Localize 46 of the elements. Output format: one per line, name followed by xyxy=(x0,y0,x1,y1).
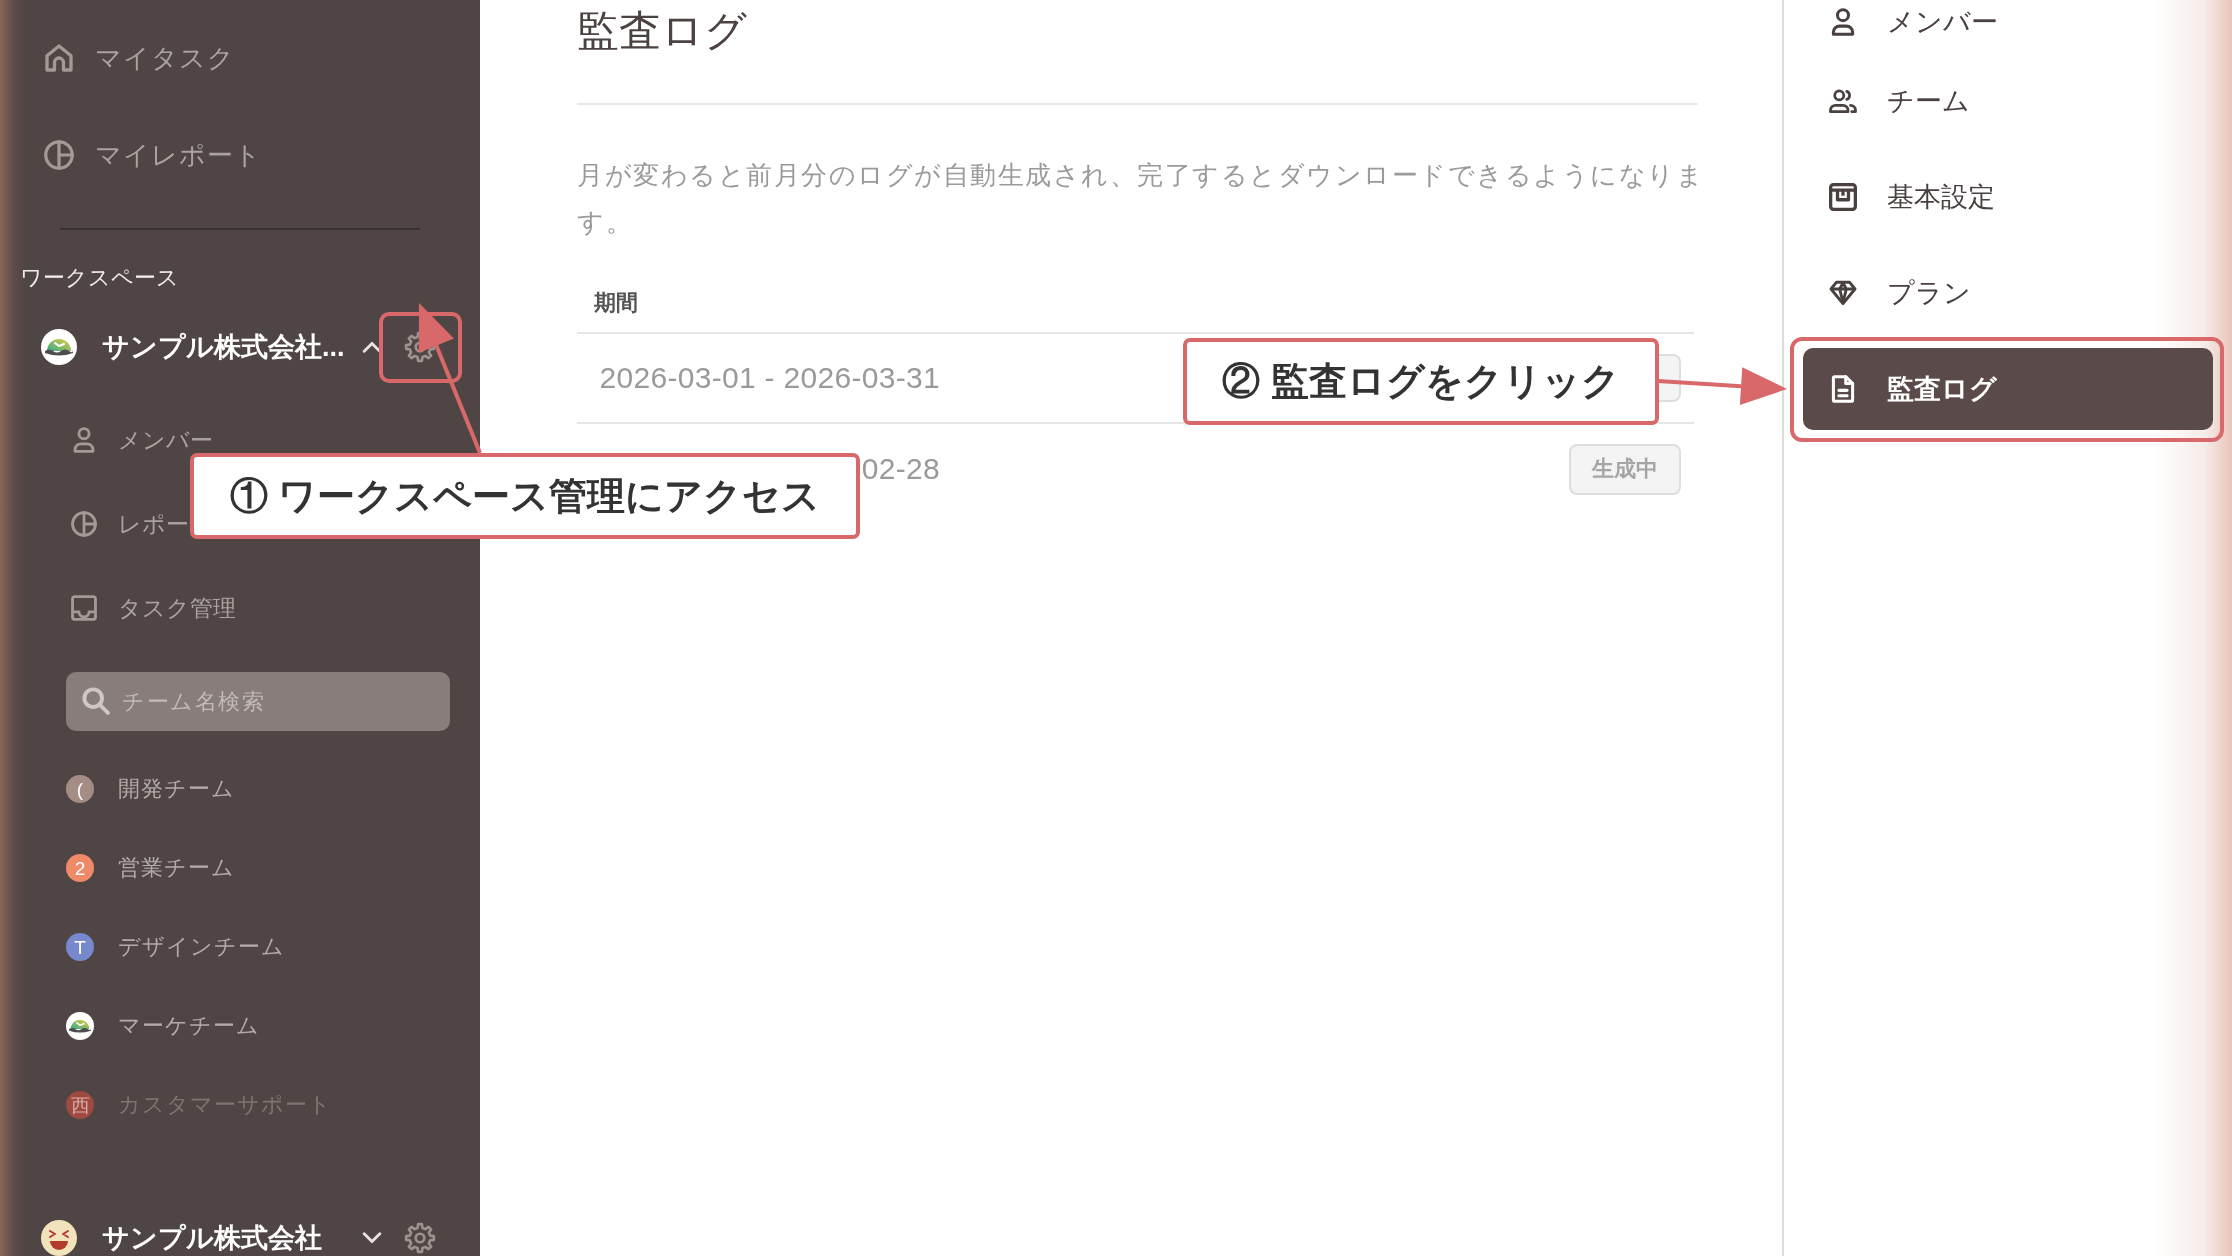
button-edge[interactable] xyxy=(1659,354,1681,402)
nav-item[interactable]: マイレポート xyxy=(44,135,262,175)
team-avatar: ( xyxy=(66,775,94,803)
team-avatar: T xyxy=(66,933,94,961)
caret-icon[interactable] xyxy=(362,341,382,353)
callout: ② 監査ログをクリック xyxy=(1183,338,1659,425)
nav-item[interactable]: マイタスク xyxy=(44,38,235,78)
column-header: 期間 xyxy=(594,289,638,317)
home-icon xyxy=(44,43,74,73)
pie-chart-icon xyxy=(44,140,74,170)
team-item[interactable]: ( 開発チーム xyxy=(66,773,235,805)
sub-item[interactable]: タスク管理 xyxy=(71,590,236,626)
box-icon xyxy=(1829,183,1857,211)
search-icon xyxy=(82,687,110,715)
menu-item[interactable]: チーム xyxy=(1803,79,1996,123)
laughing-face-icon xyxy=(41,1220,77,1256)
team-item[interactable]: 2 営業チーム xyxy=(66,852,235,884)
caret-icon[interactable] xyxy=(362,1232,382,1244)
team-avatar: 西 xyxy=(66,1091,94,1119)
logo-icon xyxy=(66,1012,94,1040)
table-cell: 2026-03-01 - 2026-03-31 xyxy=(599,361,940,394)
page-title: 監査ログ xyxy=(577,6,747,56)
menu-item[interactable]: 監査ログ xyxy=(1803,348,2213,430)
document-icon xyxy=(1829,375,1857,403)
menu-item[interactable]: メンバー xyxy=(1803,0,2024,44)
table-cell: 02-28 xyxy=(861,452,940,485)
section-label: ワークスペース xyxy=(20,264,179,292)
description: 月が変わると前月分のログが自動生成され、完了するとダウンロードできるようになります。 xyxy=(577,159,1705,239)
tray-icon xyxy=(71,595,97,621)
person-icon xyxy=(71,427,97,453)
team-avatar: 2 xyxy=(66,854,94,882)
people-icon xyxy=(1829,87,1857,115)
settings-icon[interactable] xyxy=(404,1222,436,1254)
sub-item[interactable]: レポー xyxy=(71,506,189,542)
pie-chart-icon xyxy=(71,511,97,537)
workspace-name[interactable]: サンプル株式会社 xyxy=(102,1220,322,1256)
callout: ① ワークスペース管理にアクセス xyxy=(190,453,860,539)
team-item[interactable]: マーケチーム xyxy=(66,1010,260,1042)
logo-icon xyxy=(41,329,77,365)
search-field[interactable]: チーム名検索 xyxy=(66,672,450,731)
diamond-icon xyxy=(1829,279,1857,307)
person-icon xyxy=(1829,8,1857,36)
team-item[interactable]: T デザインチーム xyxy=(66,931,285,963)
workspace-name[interactable]: サンプル株式会社... xyxy=(102,329,345,365)
menu-item[interactable]: プラン xyxy=(1803,271,1997,315)
menu-item[interactable]: 基本設定 xyxy=(1803,175,2021,219)
